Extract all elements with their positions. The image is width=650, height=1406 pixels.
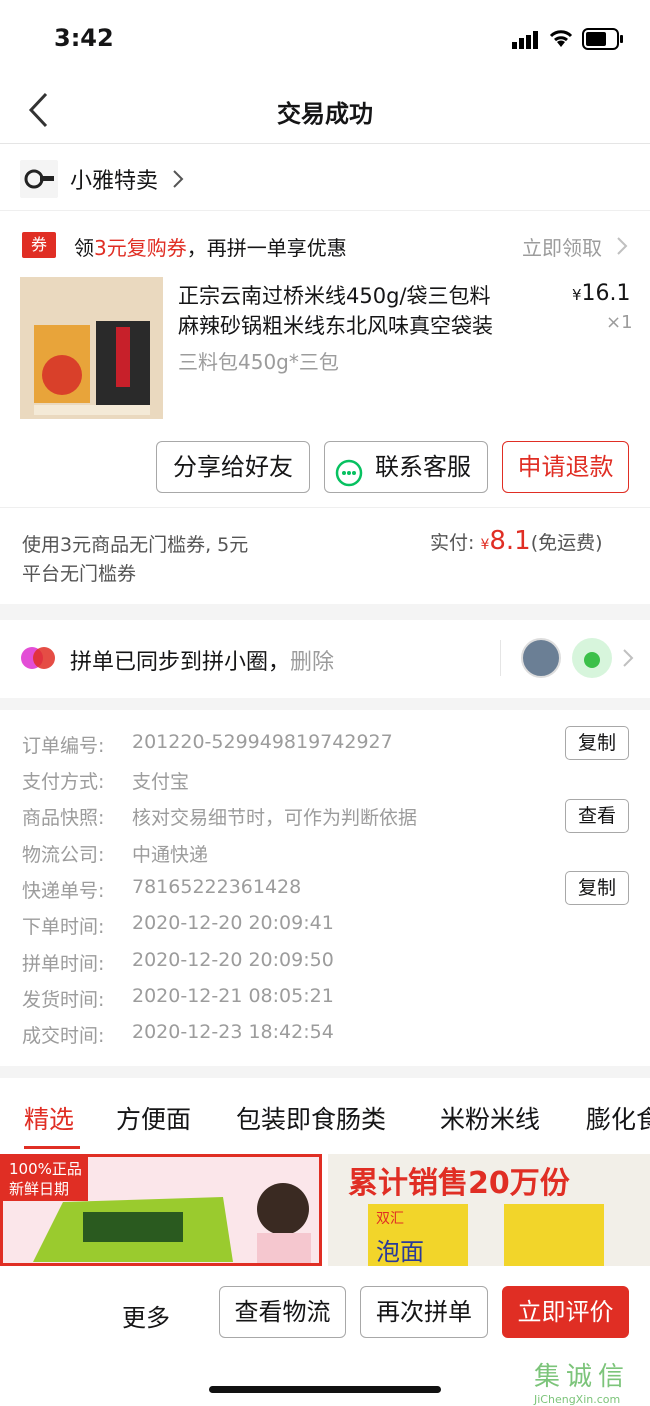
circle-sync-label: 拼单已同步到拼小圈， <box>70 650 291 675</box>
watermark-en: JiChengXin.com <box>534 1393 621 1406</box>
coupon-row[interactable]: 券 领3元复购券，再拼一单享优惠 立即领取 <box>0 212 650 272</box>
payment-note-line2: 平台无门槛券 <box>22 563 137 585</box>
section-separator <box>0 604 650 620</box>
status-bar: 3:42 <box>0 0 650 78</box>
coupon-amount: 3元复购券 <box>94 236 187 260</box>
product-title-line1: 正宗云南过桥米线450g/袋三包料 <box>178 284 491 308</box>
copy-order-number-button[interactable]: 复制 <box>565 726 629 760</box>
review-button[interactable]: 立即评价 <box>502 1286 629 1338</box>
circle-sync-row[interactable]: 拼单已同步到拼小圈，删除 <box>0 620 650 698</box>
payment-note-line1: 使用3元商品无门槛券, 5元 <box>22 534 249 556</box>
home-indicator <box>209 1386 441 1393</box>
section-separator <box>0 698 650 710</box>
order-value: 2020-12-23 18:42:54 <box>132 1021 334 1043</box>
watermark-cn: 集诚信 <box>534 1362 631 1392</box>
shop-row[interactable]: 小雅特卖 <box>0 145 650 211</box>
order-label: 支付方式: <box>22 771 105 793</box>
promo-banner-right[interactable]: 累计销售20万份 双汇 泡面 <box>328 1154 650 1266</box>
tab-sausages[interactable]: 包装即食肠类 <box>236 1100 386 1136</box>
order-label: 拼单时间: <box>22 953 105 975</box>
order-value: 2020-12-21 08:05:21 <box>132 985 334 1007</box>
order-value: 201220-529949819742927 <box>132 731 393 753</box>
shop-logo <box>20 160 58 198</box>
tab-featured[interactable]: 精选 <box>24 1100 74 1136</box>
product-price: ¥16.1 <box>572 281 631 306</box>
banner-product: 双汇 泡面 <box>368 1204 468 1266</box>
watermark: 集诚信 JiChengXin.com <box>534 1356 650 1406</box>
more-button[interactable]: 更多 <box>122 1298 170 1333</box>
tab-puffed-food-clip: 膨化食 <box>586 1100 650 1140</box>
view-snapshot-button[interactable]: 查看 <box>565 799 629 833</box>
chevron-right-icon <box>616 236 628 260</box>
shipping-note: (免运费) <box>530 532 603 554</box>
wifi-icon <box>548 28 574 48</box>
coupon-suffix: ，再拼一单享优惠 <box>186 236 347 260</box>
regroup-button[interactable]: 再次拼单 <box>360 1286 488 1338</box>
coupon-claim-button[interactable]: 立即领取 <box>522 232 602 261</box>
tab-instant-noodles[interactable]: 方便面 <box>116 1100 191 1136</box>
order-label: 成交时间: <box>22 1025 105 1047</box>
avatar <box>572 638 612 678</box>
status-time: 3:42 <box>54 24 114 52</box>
banner-headline: 累计销售20万份 <box>348 1166 570 1201</box>
product-title-line2: 麻辣砂锅粗米线东北风味真空袋装 <box>178 314 493 338</box>
battery-icon <box>582 28 624 50</box>
order-value: 78165222361428 <box>132 876 302 898</box>
chevron-right-icon <box>622 648 634 672</box>
product-qty: ×1 <box>606 312 633 333</box>
coupon-text: 领3元复购券，再拼一单享优惠 <box>74 232 347 261</box>
copy-tracking-number-button[interactable]: 复制 <box>565 871 629 905</box>
order-value: 2020-12-20 20:09:50 <box>132 949 334 971</box>
banner-product <box>504 1204 604 1266</box>
order-value: 核对交易细节时，可作为判断依据 <box>132 807 418 829</box>
share-button[interactable]: 分享给好友 <box>156 441 310 493</box>
paid-label: 实付: <box>430 532 475 554</box>
shop-name: 小雅特卖 <box>70 169 159 194</box>
divider <box>0 507 650 508</box>
order-label: 物流公司: <box>22 844 105 866</box>
product-image[interactable] <box>20 277 163 419</box>
order-value: 2020-12-20 20:09:41 <box>132 912 334 934</box>
order-label: 商品快照: <box>22 807 105 829</box>
paid-value: 8.1 <box>489 526 531 556</box>
paid-amount: 实付: ¥8.1(免运费) <box>430 526 603 556</box>
refund-button[interactable]: 申请退款 <box>502 441 629 493</box>
order-label: 下单时间: <box>22 916 105 938</box>
chevron-right-icon <box>172 169 184 193</box>
divider <box>500 640 501 676</box>
banner-product-name: 泡面 <box>376 1238 424 1266</box>
contact-service-button[interactable]: 联系客服 <box>324 441 488 493</box>
banner-brand: 双汇 <box>376 1211 404 1227</box>
signal-icon <box>512 31 540 49</box>
order-value: 中通快递 <box>132 844 209 866</box>
avatar <box>521 638 561 678</box>
page-title: 交易成功 <box>277 100 373 128</box>
circle-sync-text: 拼单已同步到拼小圈，删除 <box>70 644 334 676</box>
price-currency: ¥ <box>572 286 582 304</box>
order-label: 订单编号: <box>22 735 105 757</box>
contact-service-label: 联系客服 <box>375 453 471 481</box>
view-logistics-button[interactable]: 查看物流 <box>219 1286 346 1338</box>
nav-bar: 交易成功 <box>0 78 650 144</box>
chat-icon <box>335 454 363 487</box>
coupon-tag: 券 <box>22 232 56 258</box>
circle-logo-icon <box>20 644 56 672</box>
price-value: 16.1 <box>581 281 631 306</box>
tab-active-underline <box>24 1146 80 1149</box>
coupon-prefix: 领 <box>74 236 94 260</box>
tab-puffed-food[interactable]: 膨化食 <box>586 1100 650 1136</box>
circle-delete-link[interactable]: 删除 <box>290 650 334 675</box>
tab-rice-noodles[interactable]: 米粉米线 <box>440 1100 540 1136</box>
promo-banner-left[interactable]: 100%正品 新鲜日期 <box>0 1154 322 1266</box>
order-value: 支付宝 <box>132 771 190 793</box>
order-label: 快递单号: <box>22 880 105 902</box>
order-label: 发货时间: <box>22 989 105 1011</box>
section-separator <box>0 1066 650 1078</box>
product-spec: 三料包450g*三包 <box>178 350 339 374</box>
